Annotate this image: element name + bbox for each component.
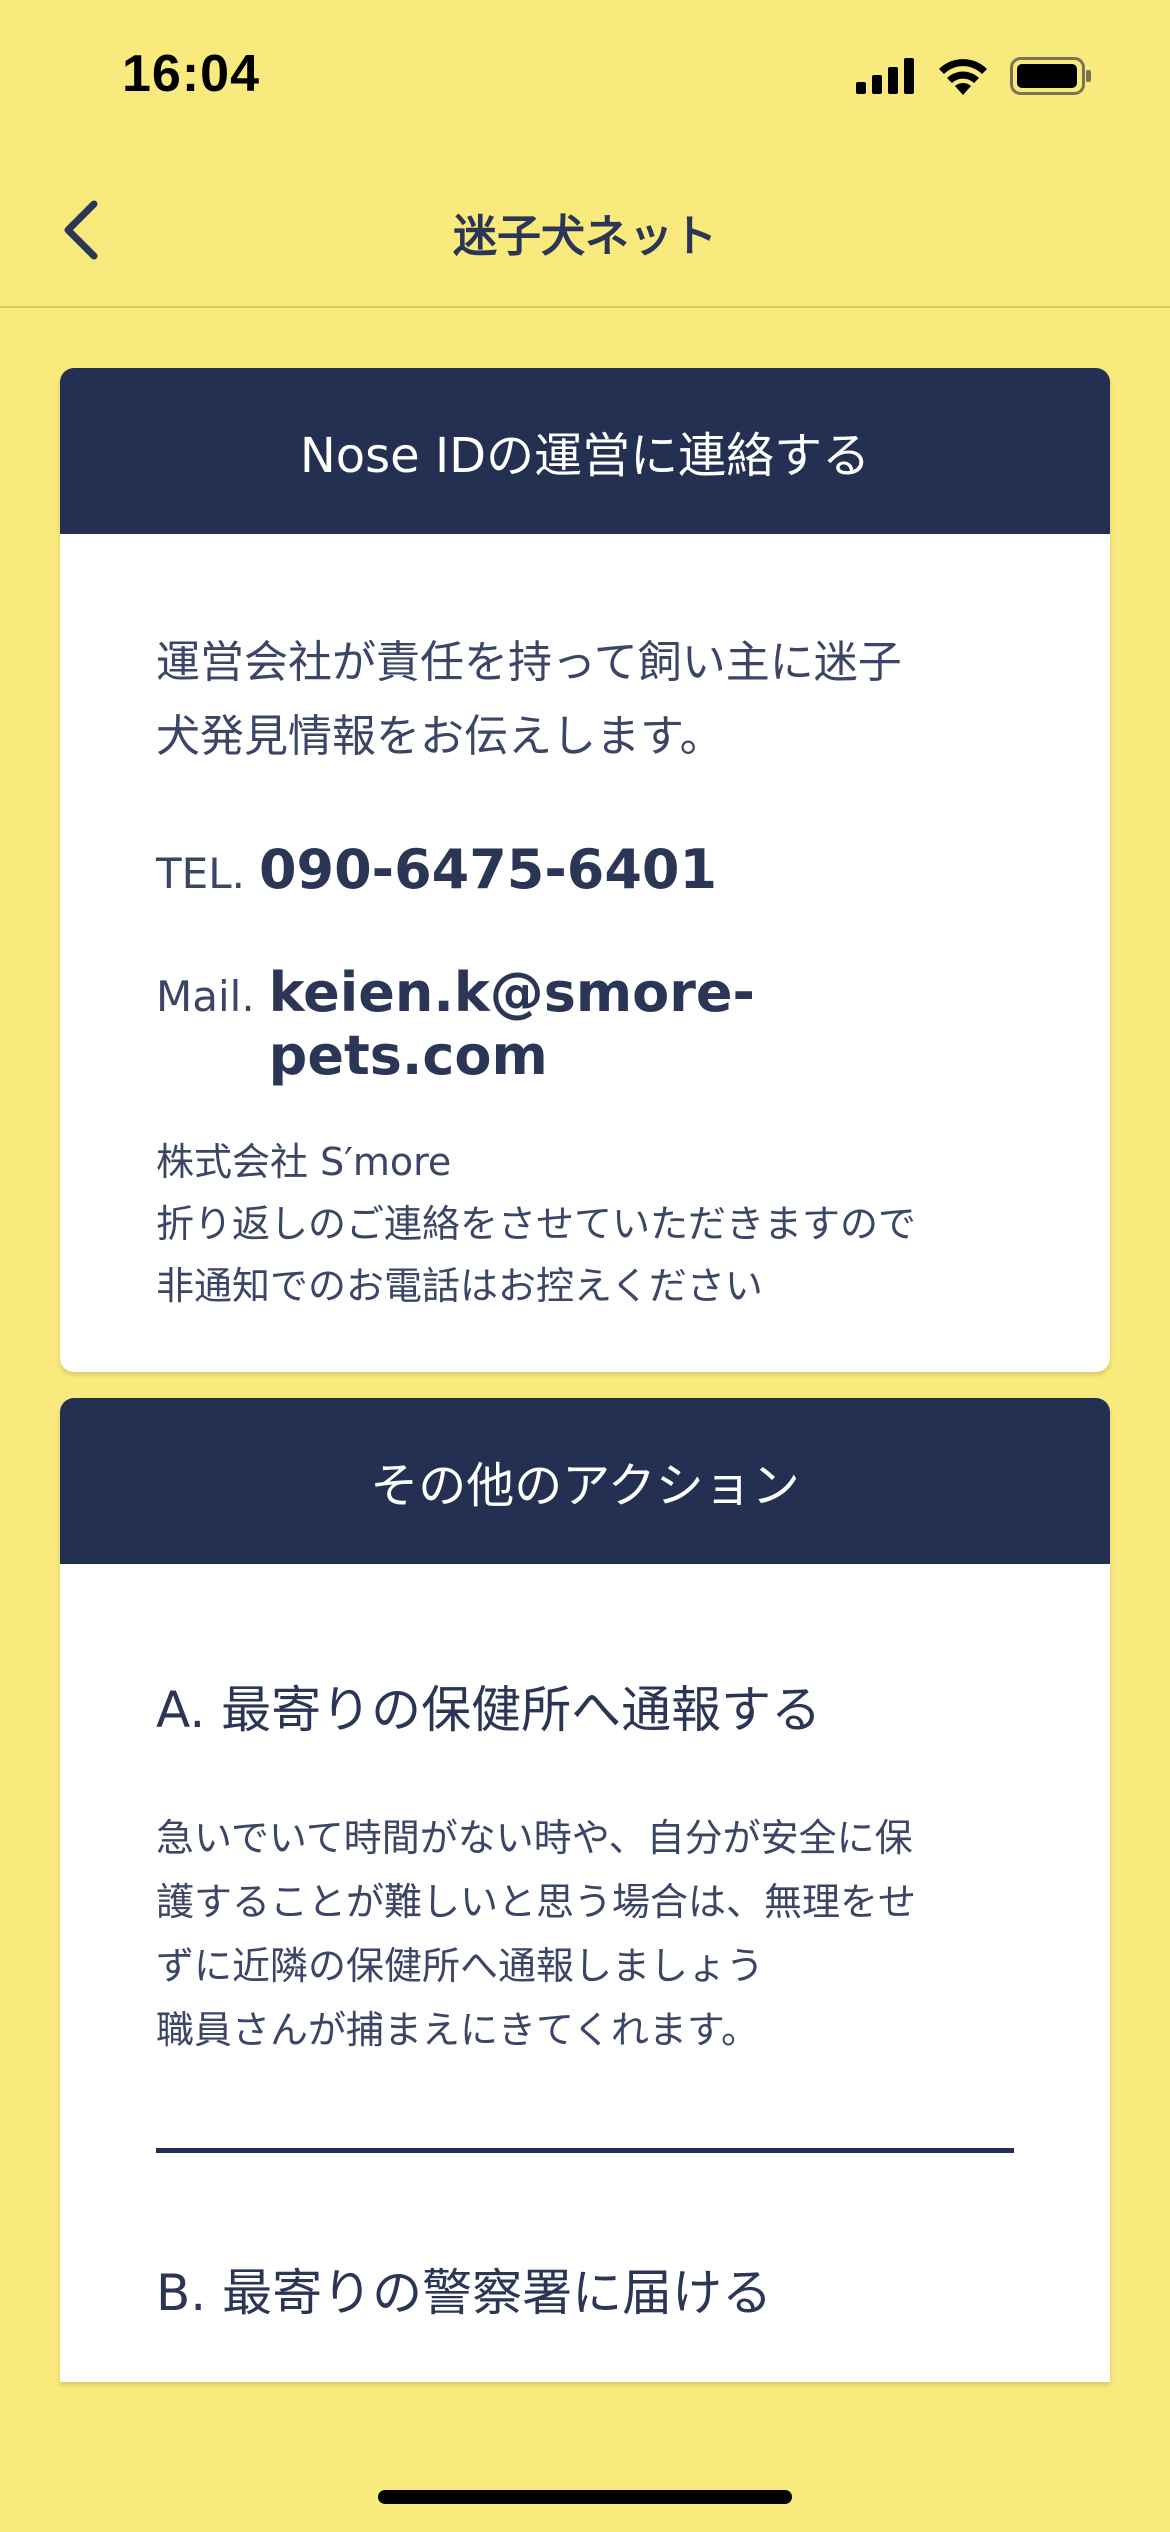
contact-card: Nose IDの運営に連絡する 運営会社が責任を持って飼い主に迷子 犬発見情報を…	[60, 368, 1110, 1372]
action-a-description: 急いでいて時間がない時や、自分が安全に保 護することが難しいと思う場合は、無理を…	[156, 1806, 1014, 2062]
battery-icon	[1010, 57, 1091, 95]
page-title: 迷子犬ネット	[453, 211, 717, 262]
status-bar: 16:04	[0, 0, 1170, 150]
home-indicator[interactable]	[378, 2490, 792, 2504]
status-time: 16:04	[122, 45, 260, 103]
contact-card-body: 運営会社が責任を持って飼い主に迷子 犬発見情報をお伝えします。 TEL. 090…	[60, 626, 1110, 1317]
section-divider	[156, 2148, 1014, 2153]
wifi-icon	[939, 59, 987, 95]
tel-label: TEL.	[156, 849, 245, 898]
actions-card-body: A. 最寄りの保健所へ通報する 急いでいて時間がない時や、自分が安全に保 護する…	[60, 1670, 1110, 2325]
contact-note: 株式会社 S′more 折り返しのご連絡をさせていただきますので 非通知でのお電…	[156, 1131, 1014, 1317]
action-a-title[interactable]: A. 最寄りの保健所へ通報する	[156, 1670, 1014, 1742]
tel-row: TEL. 090-6475-6401	[156, 838, 1014, 901]
actions-card-header: その他のアクション	[60, 1398, 1110, 1564]
tel-link[interactable]: 090-6475-6401	[259, 838, 717, 901]
status-icons	[856, 56, 1092, 96]
cellular-signal-icon	[856, 58, 914, 94]
action-a-line: 護することが難しいと思う場合は、無理をせ	[156, 1880, 917, 1924]
action-a-line: ずに近隣の保健所へ通報しましょう	[156, 1944, 765, 1988]
contact-card-header: Nose IDの運営に連絡する	[60, 368, 1110, 534]
actions-card: その他のアクション A. 最寄りの保健所へ通報する 急いでいて時間がない時や、自…	[60, 1398, 1110, 2382]
mail-row: Mail. keien.k@smore-pets.com	[156, 961, 1014, 1087]
contact-description: 運営会社が責任を持って飼い主に迷子 犬発見情報をお伝えします。	[156, 626, 1014, 774]
action-a-line: 職員さんが捕まえにきてくれます。	[156, 2008, 760, 2052]
mail-label: Mail.	[156, 972, 255, 1021]
contact-description-line: 犬発見情報をお伝えします。	[156, 711, 724, 762]
navigation-bar: 迷子犬ネット	[0, 150, 1170, 308]
note-line: 非通知でのお電話はお控えください	[156, 1264, 763, 1308]
note-line: 折り返しのご連絡をさせていただきますので	[156, 1202, 917, 1246]
mail-link[interactable]: keien.k@smore-pets.com	[269, 961, 1014, 1087]
action-b-title[interactable]: B. 最寄りの警察署に届ける	[156, 2253, 1014, 2325]
company-name: 株式会社 S′more	[156, 1140, 452, 1184]
contact-description-line: 運営会社が責任を持って飼い主に迷子	[156, 637, 902, 688]
action-a-line: 急いでいて時間がない時や、自分が安全に保	[156, 1816, 913, 1860]
